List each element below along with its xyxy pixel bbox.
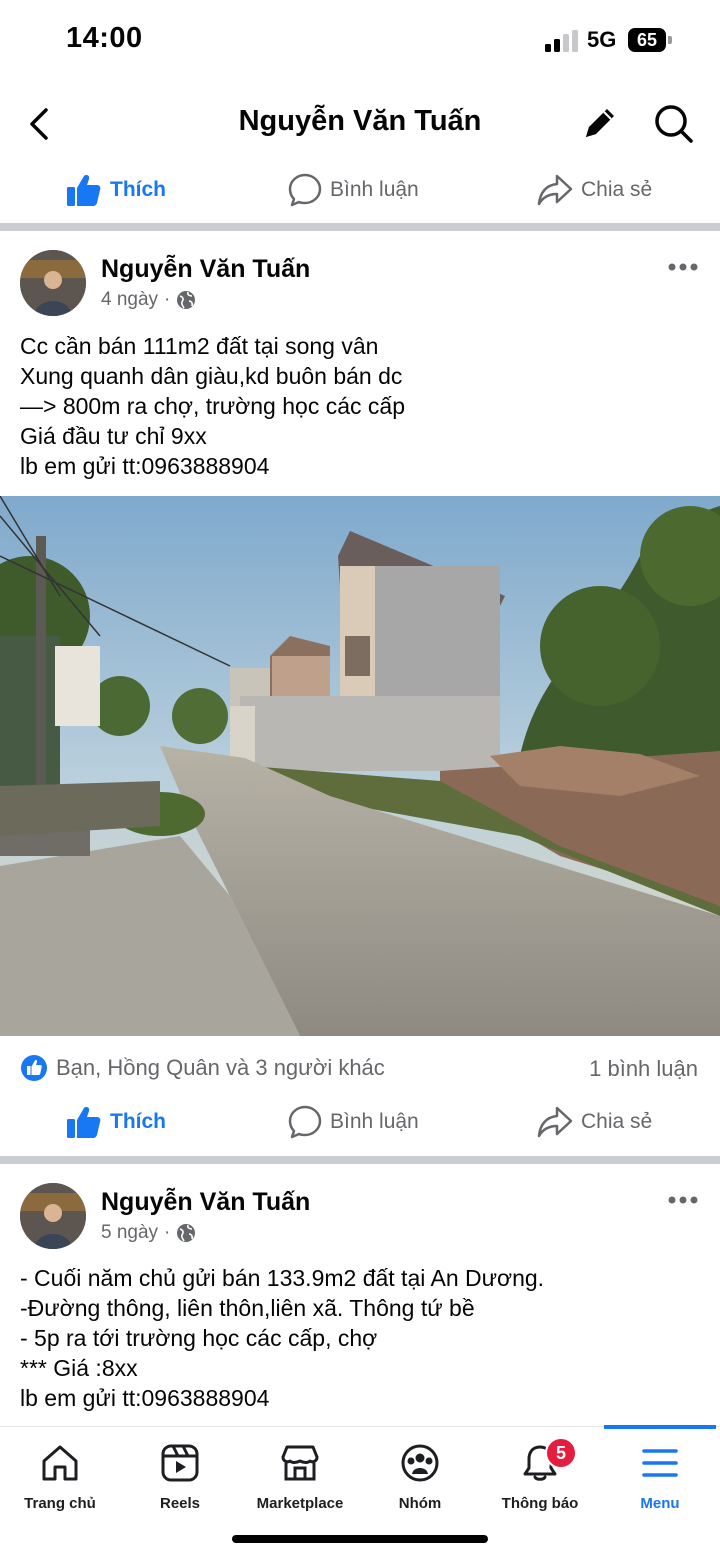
nav-marketplace-label: Marketplace bbox=[256, 1495, 344, 1512]
active-tab-indicator bbox=[604, 1425, 716, 1429]
share-button[interactable]: Chia sẻ bbox=[537, 162, 652, 218]
nav-home[interactable]: Trang chủ bbox=[0, 1427, 120, 1527]
post-like-button[interactable]: Thích bbox=[66, 1094, 166, 1150]
reactions-text: Bạn, Hồng Quân và 3 người khác bbox=[56, 1055, 385, 1080]
home-icon bbox=[42, 1445, 78, 1481]
section-divider bbox=[0, 223, 720, 231]
reactions-summary[interactable]: Bạn, Hồng Quân và 3 người khác bbox=[20, 1054, 385, 1082]
post-text: Cc cần bán 111m2 đất tại song vân Xung q… bbox=[20, 333, 405, 479]
post-author-name[interactable]: Nguyễn Văn Tuấn bbox=[101, 255, 310, 284]
share-label: Chia sẻ bbox=[581, 178, 653, 201]
like-button[interactable]: Thích bbox=[66, 162, 166, 218]
comment-label: Bình luận bbox=[330, 178, 419, 201]
author-avatar[interactable] bbox=[20, 1183, 86, 1249]
meta-dot: · bbox=[164, 1222, 171, 1243]
reels-icon bbox=[161, 1444, 199, 1482]
post-author-name[interactable]: Nguyễn Văn Tuấn bbox=[101, 1188, 310, 1217]
nav-reels-label: Reels bbox=[159, 1495, 201, 1512]
comment-label: Bình luận bbox=[330, 1110, 419, 1133]
author-avatar[interactable] bbox=[20, 250, 86, 316]
nav-menu-label: Menu bbox=[640, 1495, 680, 1512]
share-icon bbox=[537, 1106, 573, 1138]
section-divider bbox=[0, 1156, 720, 1164]
nav-notifications[interactable]: Thông báo bbox=[480, 1427, 600, 1527]
menu-icon bbox=[642, 1449, 678, 1477]
network-type: 5G bbox=[587, 27, 617, 52]
nav-notifications-label: Thông báo bbox=[501, 1495, 579, 1512]
post-action-row: Thích Bình luận Chia sẻ bbox=[0, 1094, 720, 1150]
battery-level: 65 bbox=[636, 30, 658, 50]
comments-count[interactable]: 1 bình luận bbox=[589, 1056, 698, 1082]
globe-icon bbox=[177, 1224, 196, 1242]
status-time: 14:00 bbox=[66, 22, 143, 54]
nav-marketplace[interactable]: Marketplace bbox=[240, 1427, 360, 1527]
nav-reels[interactable]: Reels bbox=[120, 1427, 240, 1527]
comment-button[interactable]: Bình luận bbox=[288, 162, 419, 218]
home-indicator[interactable] bbox=[232, 1535, 488, 1543]
post-meta: 4 ngày · bbox=[101, 289, 196, 311]
post-text: - Cuối năm chủ gửi bán 133.9m2 đất tại A… bbox=[20, 1265, 545, 1411]
edit-pencil-icon[interactable] bbox=[580, 103, 620, 143]
nav-groups-label: Nhóm bbox=[398, 1495, 442, 1512]
nav-menu[interactable]: Menu bbox=[600, 1427, 720, 1527]
comment-icon bbox=[288, 173, 322, 207]
post-meta: 5 ngày · bbox=[101, 1222, 196, 1244]
like-icon bbox=[67, 1107, 101, 1138]
post-time: 5 ngày bbox=[101, 1222, 159, 1243]
post-comment-button[interactable]: Bình luận bbox=[288, 1094, 419, 1150]
more-options-icon[interactable] bbox=[668, 262, 698, 272]
post-share-button[interactable]: Chia sẻ bbox=[537, 1094, 652, 1150]
groups-icon bbox=[401, 1444, 439, 1482]
share-label: Chia sẻ bbox=[581, 1110, 653, 1133]
like-label: Thích bbox=[110, 178, 166, 201]
meta-dot: · bbox=[164, 289, 171, 310]
like-reaction-icon bbox=[21, 1055, 47, 1081]
nav-groups[interactable]: Nhóm bbox=[360, 1427, 480, 1527]
search-icon[interactable] bbox=[652, 102, 694, 144]
post-photo[interactable] bbox=[0, 496, 720, 1036]
page-action-row: Thích Bình luận Chia sẻ bbox=[0, 162, 720, 218]
battery-icon: 65 bbox=[628, 28, 672, 52]
like-label: Thích bbox=[110, 1110, 166, 1133]
marketplace-icon bbox=[281, 1445, 319, 1481]
post-time: 4 ngày bbox=[101, 289, 159, 310]
share-icon bbox=[537, 174, 573, 206]
nav-home-label: Trang chủ bbox=[24, 1495, 96, 1512]
like-icon bbox=[67, 175, 101, 206]
more-options-icon[interactable] bbox=[668, 1195, 698, 1205]
signal-icon bbox=[545, 30, 578, 52]
globe-icon bbox=[177, 291, 196, 309]
notification-badge: 5 bbox=[545, 1437, 577, 1469]
comment-icon bbox=[288, 1105, 322, 1139]
